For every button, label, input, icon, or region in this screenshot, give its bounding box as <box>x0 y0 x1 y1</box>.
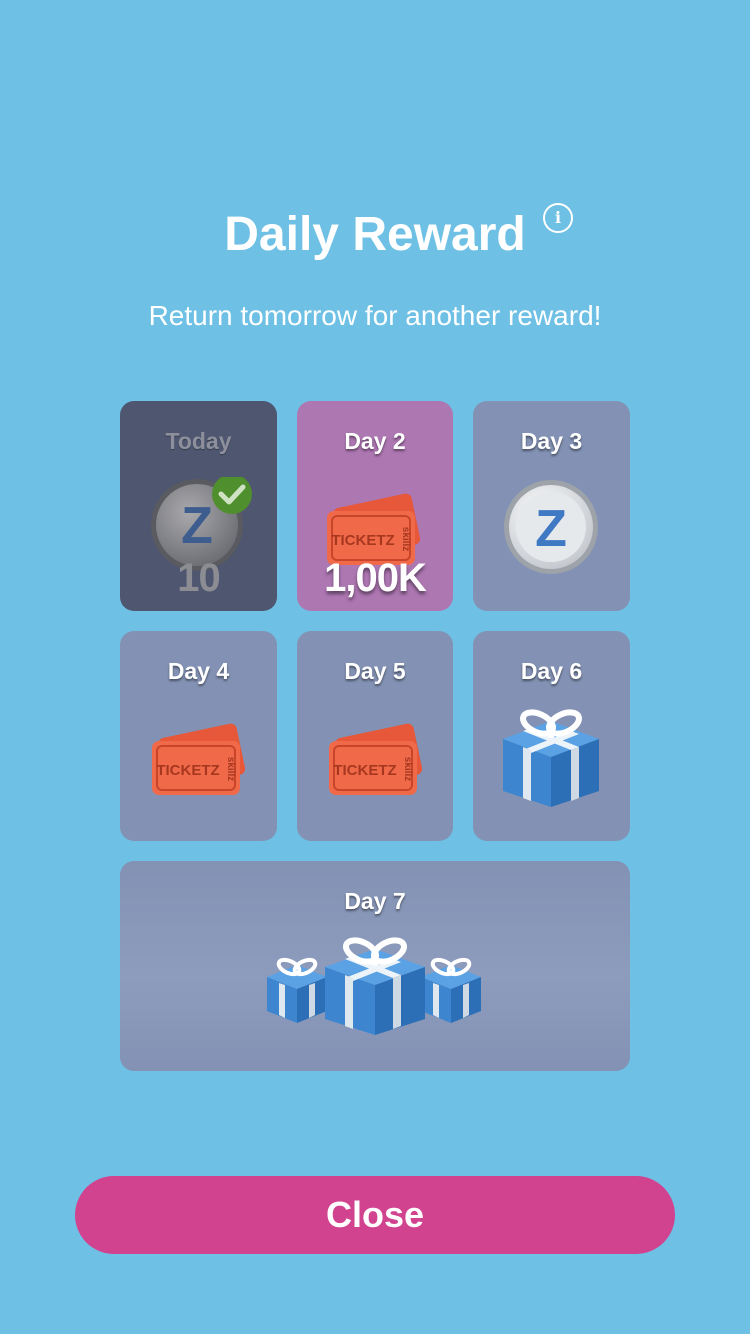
ticket-icon: TICKETZ skillz <box>329 723 423 795</box>
reward-amount: 1,00K <box>324 556 427 600</box>
svg-text:TICKETZ: TICKETZ <box>333 762 396 779</box>
reward-card-day-3: Day 3 Z <box>473 401 630 611</box>
svg-text:TICKETZ: TICKETZ <box>156 762 219 779</box>
reward-day-label: Day 3 <box>520 428 583 454</box>
svg-text:skillz: skillz <box>400 527 411 551</box>
coin-letter: Z <box>535 500 567 558</box>
reward-card-day-6: Day 6 <box>473 631 630 841</box>
reward-card-day-4: Day 4 TICKETZ skillz <box>120 631 277 841</box>
reward-day-label: Today <box>165 428 232 454</box>
svg-text:TICKETZ: TICKETZ <box>331 532 394 549</box>
reward-card-day-7: Day 7 <box>120 861 630 1071</box>
reward-day-label: Day 7 <box>344 888 406 914</box>
info-icon[interactable]: i <box>543 203 573 233</box>
page-title: Daily Reward <box>224 208 526 261</box>
ticket-icon: TICKETZ skillz <box>152 723 246 795</box>
coin-letter: Z <box>181 497 213 555</box>
reward-day-label: Day 5 <box>344 658 406 684</box>
reward-day-label: Day 4 <box>167 658 230 684</box>
reward-amount: 10 <box>177 556 221 600</box>
svg-text:skillz: skillz <box>225 757 236 781</box>
close-button[interactable]: Close <box>75 1176 675 1254</box>
svg-text:skillz: skillz <box>402 757 413 781</box>
z-coin-icon: Z <box>504 480 598 574</box>
gift-boxes-icon <box>267 937 481 1035</box>
gift-box-icon <box>503 709 599 807</box>
reward-card-today: Today Z 10 <box>120 401 277 611</box>
reward-card-day-5: Day 5 TICKETZ skillz <box>297 631 453 841</box>
reward-day-label: Day 2 <box>344 428 406 454</box>
reward-card-day-2[interactable]: Day 2 TICKETZ skillz 1,00K <box>297 401 453 611</box>
reward-day-label: Day 6 <box>520 658 583 684</box>
subtitle: Return tomorrow for another reward! <box>148 300 602 331</box>
daily-reward-screen: Daily Reward i Return tomorrow for anoth… <box>0 0 750 1334</box>
